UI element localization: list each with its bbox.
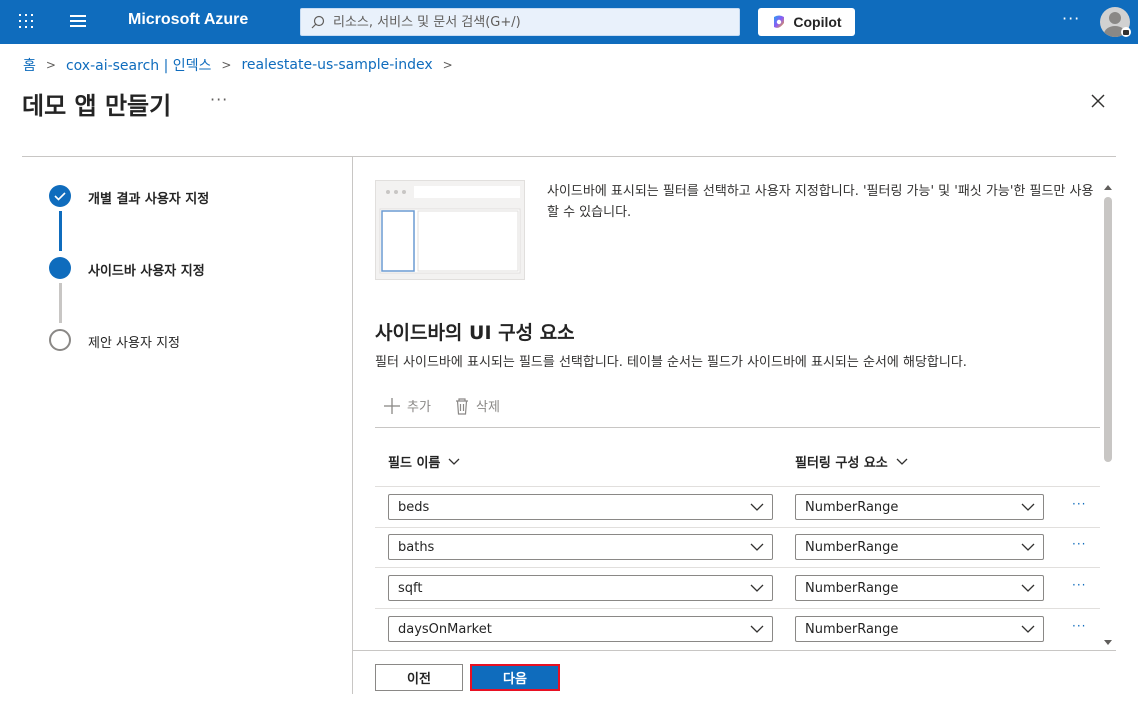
step-connector (59, 283, 62, 323)
component-dropdown[interactable]: NumberRange (795, 494, 1044, 520)
row-more-icon[interactable]: ··· (1072, 497, 1086, 511)
global-search[interactable] (300, 8, 740, 36)
more-icon[interactable]: ··· (1062, 9, 1080, 28)
copilot-label: Copilot (793, 14, 842, 30)
row-more-icon[interactable]: ··· (1072, 578, 1086, 592)
divider (22, 156, 1116, 157)
component-value: NumberRange (805, 499, 899, 515)
chevron-down-icon (1021, 503, 1035, 511)
scrollbar-thumb[interactable] (1104, 197, 1112, 462)
breadcrumb-search-service[interactable]: cox-ai-search | 인덱스 (66, 55, 211, 75)
scroll-up-icon[interactable] (1104, 184, 1112, 190)
previous-button[interactable]: 이전 (375, 664, 463, 691)
app-launcher-icon[interactable] (19, 14, 35, 30)
table-divider (375, 567, 1100, 568)
chevron-right-icon: > (442, 58, 453, 72)
column-header-label: 필드 이름 (388, 456, 441, 471)
field-value: daysOnMarket (398, 621, 492, 637)
chevron-down-icon (750, 503, 764, 511)
chevron-down-icon (750, 584, 764, 592)
step-label-sidebar[interactable]: 사이드바 사용자 지정 (88, 260, 205, 279)
table-divider (375, 427, 1100, 428)
page-title: 데모 앱 만들기 (22, 92, 172, 120)
step-pending-icon (49, 329, 71, 351)
next-button[interactable]: 다음 (470, 664, 560, 691)
chevron-down-icon (896, 458, 908, 465)
step-completed-icon (49, 185, 71, 207)
chevron-down-icon (750, 625, 764, 633)
scroll-down-icon[interactable] (1104, 640, 1112, 646)
title-more-icon[interactable]: ··· (210, 90, 228, 109)
step-label-results[interactable]: 개별 결과 사용자 지정 (88, 188, 209, 207)
column-header-label: 필터링 구성 요소 (795, 456, 888, 471)
step-current-icon (49, 257, 71, 279)
chevron-down-icon (1021, 625, 1035, 633)
component-value: NumberRange (805, 580, 899, 596)
sidebar-illustration (375, 180, 525, 280)
chevron-down-icon (1021, 584, 1035, 592)
field-dropdown[interactable]: baths (388, 534, 773, 560)
breadcrumb-index[interactable]: realestate-us-sample-index (241, 57, 432, 73)
chevron-right-icon: > (221, 58, 232, 72)
close-icon[interactable] (1090, 93, 1106, 109)
component-value: NumberRange (805, 621, 899, 637)
menu-icon[interactable] (70, 15, 86, 27)
field-dropdown[interactable]: sqft (388, 575, 773, 601)
top-bar: Microsoft Azure Copilot ··· (0, 0, 1138, 44)
component-dropdown[interactable]: NumberRange (795, 575, 1044, 601)
component-dropdown[interactable]: NumberRange (795, 534, 1044, 560)
field-dropdown[interactable]: daysOnMarket (388, 616, 773, 642)
breadcrumb: 홈 > cox-ai-search | 인덱스 > realestate-us-… (23, 55, 463, 75)
field-value: beds (398, 499, 430, 515)
column-header-field[interactable]: 필드 이름 (388, 452, 460, 471)
copilot-button[interactable]: Copilot (758, 8, 855, 36)
add-label: 추가 (407, 400, 431, 415)
step-connector (59, 211, 62, 251)
chevron-right-icon: > (45, 58, 56, 72)
table-divider (375, 486, 1100, 487)
search-input[interactable] (333, 14, 713, 30)
search-icon (311, 15, 325, 29)
add-button[interactable]: 추가 (383, 396, 431, 415)
section-subtitle: 필터 사이드바에 표시되는 필드를 선택합니다. 테이블 순서는 필드가 사이드… (375, 355, 967, 370)
chevron-down-icon (1021, 543, 1035, 551)
divider (353, 650, 1116, 651)
divider (352, 157, 353, 694)
row-more-icon[interactable]: ··· (1072, 537, 1086, 551)
chevron-down-icon (750, 543, 764, 551)
copilot-icon (774, 15, 785, 28)
step-label-suggestions[interactable]: 제안 사용자 지정 (88, 332, 180, 351)
component-dropdown[interactable]: NumberRange (795, 616, 1044, 642)
component-value: NumberRange (805, 539, 899, 555)
delete-button[interactable]: 삭제 (454, 396, 500, 415)
delete-label: 삭제 (476, 400, 500, 415)
breadcrumb-home[interactable]: 홈 (23, 55, 36, 75)
column-header-component[interactable]: 필터링 구성 요소 (795, 452, 908, 471)
row-more-icon[interactable]: ··· (1072, 619, 1086, 633)
step-description: 사이드바에 표시되는 필터를 선택하고 사용자 지정합니다. '필터링 가능' … (547, 184, 1094, 220)
table-divider (375, 608, 1100, 609)
field-dropdown[interactable]: beds (388, 494, 773, 520)
field-value: baths (398, 539, 435, 555)
plus-icon (384, 397, 400, 414)
section-title: 사이드바의 UI 구성 요소 (375, 322, 575, 344)
lock-icon (1121, 27, 1131, 37)
trash-icon (456, 397, 468, 415)
field-value: sqft (398, 580, 423, 596)
chevron-down-icon (448, 458, 460, 465)
portal-brand[interactable]: Microsoft Azure (128, 11, 248, 29)
table-divider (375, 527, 1100, 528)
